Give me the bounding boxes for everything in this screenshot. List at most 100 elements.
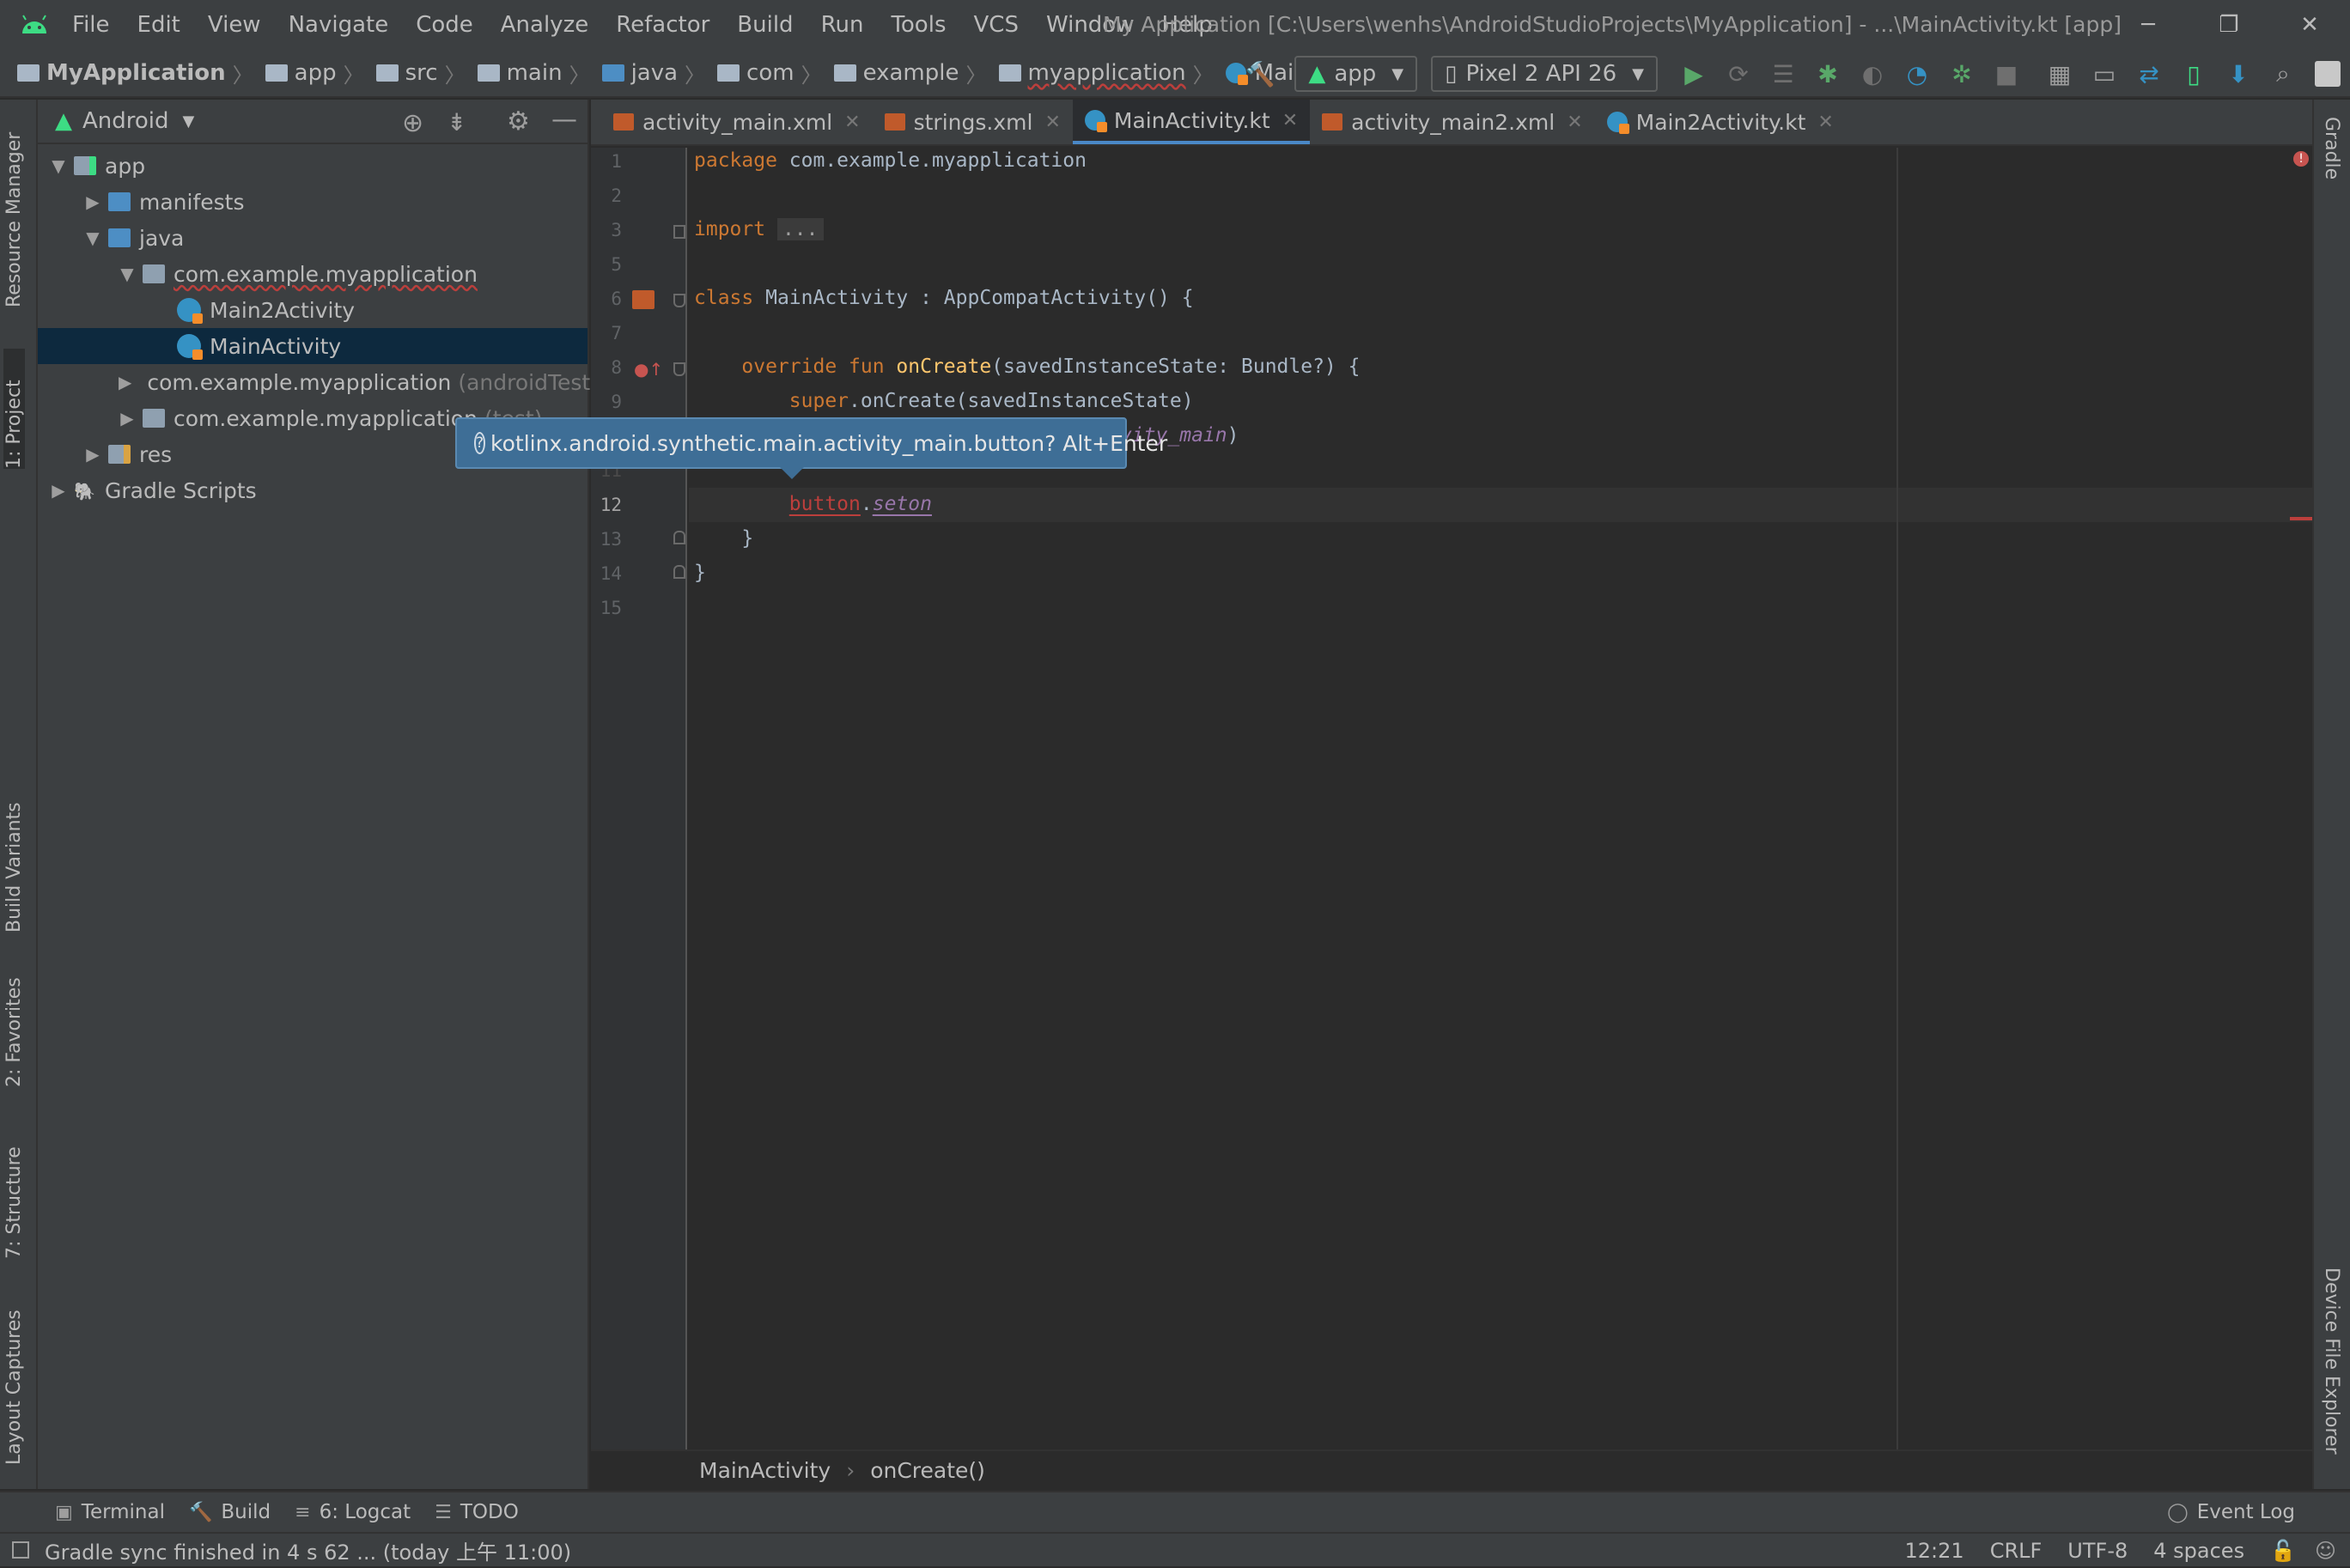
close-tab-icon[interactable]: ✕ xyxy=(1044,112,1060,133)
expanded-arrow-icon[interactable]: ▼ xyxy=(119,264,136,284)
line-separator[interactable]: CRLF xyxy=(1990,1539,2043,1563)
menu-tools[interactable]: Tools xyxy=(887,12,949,38)
breadcrumb-src[interactable]: src 〉 xyxy=(364,58,466,88)
avd-manager-icon[interactable]: ▯ xyxy=(2171,50,2216,98)
close-tab-icon[interactable]: ✕ xyxy=(1817,112,1833,133)
tool-tab-todo[interactable]: ☰ TODO xyxy=(435,1501,519,1523)
breadcrumb-myapplication-package[interactable]: myapplication 〉 xyxy=(987,58,1214,88)
tree-node[interactable]: MainActivity xyxy=(38,328,588,364)
tree-node[interactable]: ▶ manifests xyxy=(38,184,588,220)
tree-node[interactable]: Main2Activity xyxy=(38,292,588,328)
editor-tab[interactable]: Main2Activity.kt ✕ xyxy=(1595,100,1846,144)
expanded-arrow-icon[interactable]: ▼ xyxy=(84,228,101,248)
collapsed-arrow-icon[interactable]: ▶ xyxy=(119,408,136,428)
editor-breadcrumb-function[interactable]: onCreate() xyxy=(870,1458,985,1483)
breadcrumb-example[interactable]: example 〉 xyxy=(822,58,987,88)
error-marker[interactable] xyxy=(2290,517,2312,520)
collapsed-arrow-icon[interactable]: ▶ xyxy=(84,444,101,465)
tool-tab-logcat[interactable]: ≡ 6: Logcat xyxy=(295,1501,411,1523)
menu-view[interactable]: View xyxy=(204,12,265,38)
apply-changes-icon[interactable]: ⟳ xyxy=(1716,50,1761,98)
indent-setting[interactable]: 4 spaces xyxy=(2153,1539,2244,1563)
search-icon[interactable]: ⌕ xyxy=(2261,50,2305,98)
editor-tab[interactable]: strings.xml ✕ xyxy=(873,100,1073,144)
coverage-icon[interactable]: ◐ xyxy=(1850,50,1895,98)
tree-node[interactable]: ▼ app xyxy=(38,148,588,184)
auto-import-hint-tooltip[interactable]: ? kotlinx.android.synthetic.main.activit… xyxy=(455,417,1167,479)
tool-tab-favorites[interactable]: 2: Favorites xyxy=(3,950,25,1087)
make-project-hammer-icon[interactable]: 🔨 xyxy=(1238,50,1282,98)
fold-end-icon[interactable] xyxy=(673,531,685,544)
stop-icon[interactable]: ■ xyxy=(1984,50,2029,98)
run-config-dropdown[interactable]: ▲ app ▼ xyxy=(1294,56,1418,92)
unresolved-reference[interactable]: button xyxy=(789,493,861,515)
tool-tab-device-file-explorer[interactable]: Device File Explorer xyxy=(2321,1267,2342,1455)
close-window-button[interactable]: ✕ xyxy=(2269,0,2350,50)
tool-tab-terminal[interactable]: ▣ Terminal xyxy=(55,1501,165,1523)
collapsed-arrow-icon[interactable]: ▶ xyxy=(50,480,67,501)
menu-file[interactable]: File xyxy=(69,12,113,38)
close-tab-icon[interactable]: ✕ xyxy=(1567,112,1582,133)
debug-icon[interactable]: ✱ xyxy=(1805,50,1850,98)
menu-analyze[interactable]: Analyze xyxy=(497,12,592,38)
tree-node[interactable]: ▼ java xyxy=(38,220,588,256)
collapsed-arrow-icon[interactable]: ▶ xyxy=(84,191,101,212)
locate-file-icon[interactable]: ⊕ xyxy=(402,108,423,138)
tool-tab-project[interactable]: 1: Project xyxy=(3,349,25,469)
project-view-dropdown[interactable]: ▲ Android ▼ xyxy=(55,108,194,134)
tool-tab-build[interactable]: 🔨 Build xyxy=(189,1501,271,1523)
user-account-icon[interactable] xyxy=(2305,50,2350,98)
menu-vcs[interactable]: VCS xyxy=(971,12,1022,38)
breadcrumb-myapplication[interactable]: MyApplication 〉 xyxy=(3,58,253,88)
menu-edit[interactable]: Edit xyxy=(134,12,184,38)
sdk-manager-icon[interactable]: ⬇ xyxy=(2216,50,2261,98)
tool-tab-resource-manager[interactable]: Resource Manager xyxy=(3,119,25,307)
tool-tab-structure[interactable]: 7: Structure xyxy=(3,1121,25,1259)
breadcrumb-main[interactable]: main 〉 xyxy=(466,58,590,88)
apply-code-changes-icon[interactable]: ☰ xyxy=(1761,50,1805,98)
override-gutter-icon[interactable]: ●↑ xyxy=(634,359,663,380)
restore-button[interactable]: ❐ xyxy=(2189,0,2269,50)
fold-end-icon[interactable] xyxy=(673,565,685,579)
tool-tab-build-variants[interactable]: Build Variants xyxy=(3,761,25,933)
collapse-all-icon[interactable]: ⇟ xyxy=(447,108,466,137)
attach-debugger-icon[interactable]: ✲ xyxy=(1939,50,1984,98)
tool-tab-gradle[interactable]: Gradle xyxy=(2321,117,2342,179)
settings-gear-icon[interactable]: ⚙ xyxy=(507,106,530,137)
breadcrumb-java[interactable]: java 〉 xyxy=(590,58,705,88)
close-tab-icon[interactable]: ✕ xyxy=(844,112,860,133)
caret-position[interactable]: 12:21 xyxy=(1905,1539,1964,1563)
device-dropdown[interactable]: ▯ Pixel 2 API 26 ▼ xyxy=(1431,56,1658,92)
status-panel-toggle-icon[interactable] xyxy=(12,1541,29,1559)
terminal-window-icon[interactable]: ▭ xyxy=(2082,50,2127,98)
tool-tab-layout-captures[interactable]: Layout Captures xyxy=(3,1293,25,1465)
breadcrumb-app[interactable]: app 〉 xyxy=(253,58,364,88)
file-encoding[interactable]: UTF-8 xyxy=(2067,1539,2128,1563)
editor-tab[interactable]: activity_main2.xml ✕ xyxy=(1310,100,1595,144)
fold-marker-icon[interactable] xyxy=(673,225,685,239)
read-only-lock-icon[interactable]: 🔓 xyxy=(2270,1539,2296,1563)
sync-project-icon[interactable]: ⇄ xyxy=(2127,50,2171,98)
profile-icon[interactable]: ◔ xyxy=(1895,50,1939,98)
menu-code[interactable]: Code xyxy=(412,12,477,38)
menu-navigate[interactable]: Navigate xyxy=(285,12,393,38)
close-tab-icon[interactable]: ✕ xyxy=(1282,110,1298,131)
collapsed-arrow-icon[interactable]: ▶ xyxy=(119,372,131,392)
status-message[interactable]: Gradle sync finished in 4 s 62 ... (toda… xyxy=(45,1535,571,1565)
editor-breadcrumb-class[interactable]: MainActivity xyxy=(699,1458,831,1483)
error-status-icon[interactable]: ! xyxy=(2293,151,2309,167)
minimize-button[interactable]: ─ xyxy=(2108,0,2189,50)
hide-panel-icon[interactable]: — xyxy=(551,105,577,135)
tree-node[interactable]: ▶ com.example.myapplication (androidTest) xyxy=(38,364,599,400)
fold-marker-icon[interactable] xyxy=(673,294,685,307)
tree-node[interactable]: ▼ com.example.myapplication xyxy=(38,256,588,292)
breadcrumb-com[interactable]: com 〉 xyxy=(705,58,822,88)
editor-tab[interactable]: MainActivity.kt ✕ xyxy=(1072,100,1311,144)
menu-build[interactable]: Build xyxy=(734,12,796,38)
editor-tab[interactable]: activity_main.xml ✕ xyxy=(601,100,873,144)
code-editor[interactable]: package com.example.myapplication import… xyxy=(689,148,2312,1449)
fold-marker-icon[interactable] xyxy=(673,362,685,376)
menu-refactor[interactable]: Refactor xyxy=(612,12,713,38)
memory-indicator-icon[interactable]: ☺ xyxy=(2315,1539,2336,1563)
expanded-arrow-icon[interactable]: ▼ xyxy=(50,155,67,176)
